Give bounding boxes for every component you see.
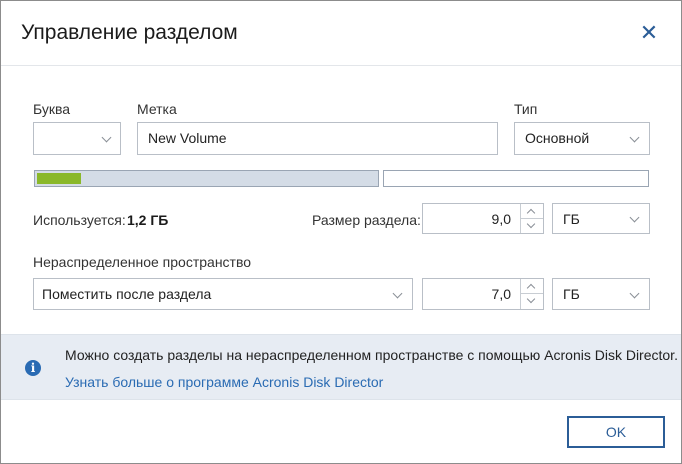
stepper-arrows: [520, 279, 543, 309]
chevron-down-icon: [526, 294, 536, 304]
unallocated-label: Нераспределенное пространство: [33, 254, 252, 270]
manage-partition-dialog: Управление разделом ✕ Буква Метка New Vo…: [0, 0, 682, 464]
chevron-down-icon: [629, 132, 640, 143]
unallocated-placement-dropdown[interactable]: Поместить после раздела: [33, 278, 413, 310]
volume-label-value: New Volume: [148, 130, 227, 146]
type-value: Основной: [525, 130, 590, 146]
used-label: Используется:: [33, 212, 126, 228]
chevron-up-icon: [526, 283, 536, 293]
partition-size-bar[interactable]: [34, 170, 379, 187]
partition-size-value: 9,0: [491, 211, 511, 227]
chevron-down-icon: [629, 212, 640, 223]
title-divider: [1, 65, 681, 66]
letter-label: Буква: [33, 101, 71, 117]
decrement-button[interactable]: [521, 294, 543, 309]
unallocated-space-bar: [383, 170, 649, 187]
chevron-down-icon: [101, 132, 112, 143]
type-dropdown[interactable]: Основной: [514, 122, 650, 155]
size-unit-dropdown[interactable]: ГБ: [552, 203, 650, 234]
chevron-down-icon: [629, 288, 640, 299]
ok-button[interactable]: OK: [567, 416, 665, 448]
unallocated-unit-value: ГБ: [563, 286, 580, 302]
info-text: Можно создать разделы на нераспределенно…: [65, 347, 678, 363]
type-label: Тип: [514, 101, 538, 117]
increment-button[interactable]: [521, 279, 543, 294]
decrement-button[interactable]: [521, 219, 543, 234]
increment-button[interactable]: [521, 204, 543, 219]
unallocated-placement-value: Поместить после раздела: [42, 286, 212, 302]
unallocated-unit-dropdown[interactable]: ГБ: [552, 278, 650, 310]
partition-size-stepper[interactable]: 9,0: [422, 203, 544, 234]
unallocated-size-stepper[interactable]: 7,0: [422, 278, 544, 310]
volume-label-input[interactable]: New Volume: [137, 122, 498, 155]
partition-size-label: Размер раздела:: [312, 212, 421, 228]
chevron-up-icon: [526, 208, 536, 218]
stepper-arrows: [520, 204, 543, 233]
chevron-down-icon: [526, 219, 536, 228]
info-icon: i: [25, 360, 41, 376]
dialog-title: Управление разделом: [21, 21, 238, 44]
learn-more-link[interactable]: Узнать больше о программе Acronis Disk D…: [65, 374, 383, 390]
unallocated-size-value: 7,0: [491, 286, 511, 302]
close-icon[interactable]: ✕: [637, 21, 661, 45]
used-space-fill: [37, 173, 81, 184]
size-unit-value: ГБ: [563, 211, 580, 227]
chevron-down-icon: [392, 288, 403, 299]
letter-dropdown[interactable]: [33, 122, 121, 155]
volume-label-label: Метка: [137, 101, 177, 117]
info-banner: i Можно создать разделы на нераспределен…: [1, 334, 681, 400]
used-value: 1,2 ГБ: [127, 212, 169, 228]
